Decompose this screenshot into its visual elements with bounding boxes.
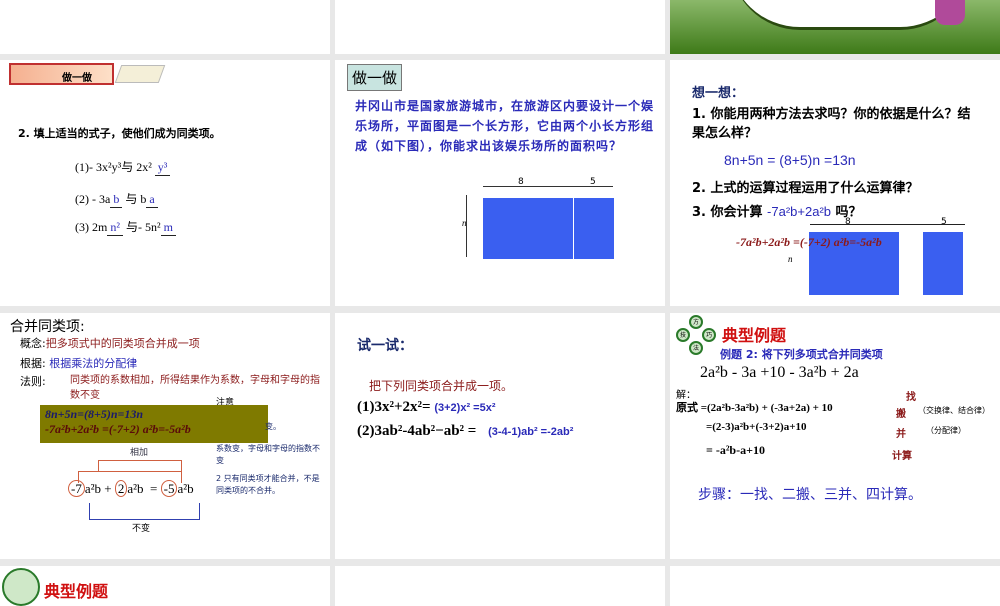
item-3: (3) 2m n² 与- 5n² m [75, 218, 176, 236]
method-badge-icon [2, 568, 40, 606]
rectangle-large [483, 198, 573, 259]
dim-label-8: 8 [845, 217, 851, 227]
steps-summary: 步骤：一找、二搬、三并、四计算。 [698, 487, 922, 503]
note-1b: 系数变，字母和字母的指数不变 [216, 444, 320, 465]
rectangle-small [923, 232, 963, 295]
add-label: 相加 [130, 448, 149, 458]
header-banner: 做一做 [9, 63, 114, 85]
slide-thumbnail-4[interactable]: 做一做 2. 填上适当的式子，使他们成为同类项。 (1)- 3x²y³与 2x²… [0, 60, 330, 306]
header-callout: 做一做 [347, 64, 403, 91]
slide-thumbnail-6[interactable]: 想一想： 1. 你能用两种方法去求吗？你的依据是什么？结果怎么样？ 8n+5n … [670, 60, 1000, 306]
dim-line-h [466, 195, 467, 257]
slide-thumbnail-10[interactable]: 典型例题 [0, 566, 330, 606]
law-1: （交换律、结合律） [918, 406, 990, 415]
add-bracket-top [98, 460, 182, 471]
flower-figure [935, 0, 965, 25]
term-row: -7 a²b + 2 a²b = -5 a²b [68, 480, 194, 497]
subtitle: 例题 2: 将下列多项式合并同类项 [720, 348, 883, 361]
slide-thumbnail-2[interactable] [335, 0, 665, 54]
question-2: 2. 上式的运算过程运用了什么运算律？ [692, 181, 919, 196]
question-1: 1. 你能用两种方法去求吗？你的依据是什么？结果怎么样？ [692, 107, 971, 141]
slide-title: 试一试： [357, 338, 413, 354]
item-1: (1)- 3x²y³与 2x² y³ [75, 158, 171, 176]
item-2: (2) - 3a b 与 ba [75, 190, 158, 208]
equation-1: 8n+5n = (8+5)n =13n [724, 152, 856, 168]
line-3: = -a²b-a+10 [706, 443, 765, 457]
slide-title: 典型例题 [44, 582, 109, 601]
rule-label: 法则: [20, 375, 46, 388]
concept: 概念:把多项式中的同类项合并成一项 [20, 337, 200, 350]
step-find: 找 [906, 392, 916, 403]
slide-title: 合并同类项: [10, 319, 85, 335]
step-calc: 计算 [892, 451, 912, 462]
grass-flowers-illustration [730, 0, 970, 30]
expression: 2a²b - 3a +10 - 3a²b + 2a [700, 364, 859, 381]
basis: 根据: 根据乘法的分配律 [20, 357, 138, 370]
same-label: 不变 [132, 524, 151, 534]
dim-label-5: 5 [941, 217, 947, 227]
rule: 同类项的系数相加，所得结果作为系数，字母和字母的指数不变 [70, 375, 320, 401]
slide-thumbnail-5[interactable]: 做一做 井冈山市是国家旅游城市，在旅游区内要设计一个娱乐场所，平面图是一个长方形… [335, 60, 665, 306]
book-icon [114, 65, 166, 83]
dim-label-n: n [788, 254, 793, 264]
slide-title: 想一想： [692, 86, 745, 101]
box-line-1: 8n+5n=(8+5)n=13n [45, 407, 144, 421]
line-1: 原式 =(2a²b-3a²b) + (-3a+2a) + 10 [676, 402, 833, 414]
instruction: 把下列同类项合并成一项。 [369, 379, 514, 393]
question-3: 3. 你会计算 -7a²b+2a²b 吗？ [692, 204, 862, 220]
slide-thumbnail-12[interactable] [670, 566, 1000, 606]
slide-thumbnail-9[interactable]: 方 技 巧 法 典型例题 例题 2: 将下列多项式合并同类项 2a²b - 3a… [670, 313, 1000, 559]
slide-thumbnail-3[interactable] [670, 0, 1000, 54]
step-move: 搬 [896, 409, 906, 420]
slide-thumbnail-11[interactable] [335, 566, 665, 606]
question: 2. 填上适当的式子，使他们成为同类项。 [18, 127, 221, 140]
slide-thumbnail-1[interactable] [0, 0, 330, 54]
note-1: 变。 [265, 422, 281, 431]
dim-line-top [483, 186, 613, 187]
problem-text: 井冈山市是国家旅游城市，在旅游区内要设计一个娱乐场所，平面图是一个长方形，它由两… [355, 99, 655, 153]
law-2: （分配律） [926, 426, 966, 435]
problem-1: (1)3x²+2x²= (3+2)x² =5x² [357, 399, 496, 415]
slide-title: 典型例题 [722, 326, 787, 345]
note-2: 2 只有同类项才能合并，不是同类项的不合并。 [216, 474, 320, 495]
method-badge-icon: 方 技 巧 法 [676, 315, 716, 355]
line-2: =(2-3)a²b+(-3+2)a+10 [706, 421, 807, 433]
slide-thumbnail-7[interactable]: 合并同类项: 概念:把多项式中的同类项合并成一项 根据: 根据乘法的分配律 法则… [0, 313, 330, 559]
problem-2: (2)3ab²-4ab²−ab² = (3-4-1)ab² =-2ab² [357, 423, 574, 439]
step-merge: 并 [896, 429, 906, 440]
same-bracket [89, 503, 200, 520]
rectangle-small [574, 198, 614, 259]
equation-2: -7a²b+2a²b =(-7+2) a²b=-5a²b [736, 235, 882, 249]
box-line-2: -7a²b+2a²b =(-7+2) a²b=-5a²b [45, 422, 191, 436]
example-box: 8n+5n=(8+5)n=13n -7a²b+2a²b =(-7+2) a²b=… [40, 405, 268, 443]
slide-thumbnail-8[interactable]: 试一试： 把下列同类项合并成一项。 (1)3x²+2x²= (3+2)x² =5… [335, 313, 665, 559]
